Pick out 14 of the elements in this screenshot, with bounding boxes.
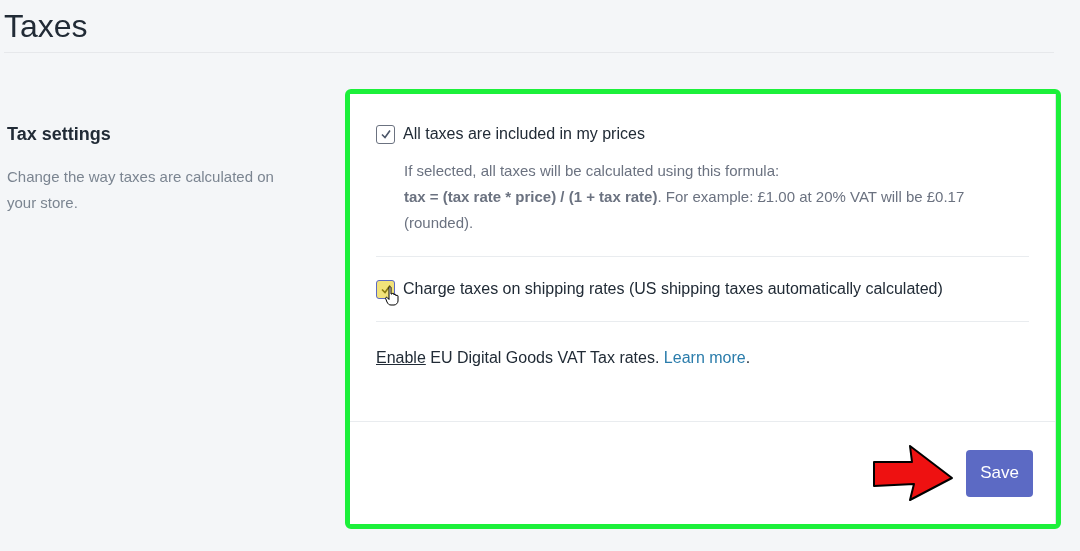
option-description: tax = (tax rate * price) / (1 + tax rate). For example: £1.00 at 20% VAT will be £0.17 (rounded). (404, 187, 966, 233)
section-description: Change the way taxes are calculated on your store. (7, 167, 275, 213)
learn-more-link[interactable]: Learn more (663, 349, 746, 366)
section-title: Tax settings (7, 123, 112, 146)
hand-cursor-icon (385, 285, 399, 306)
save-button[interactable]: Save (966, 449, 1033, 497)
checkbox[interactable] (376, 124, 395, 144)
option-description: If selected, all taxes will be calculated using this formula: (404, 161, 781, 181)
checkbox-label[interactable]: Charge taxes on shipping rates (US shipping taxes automatically calculated) (403, 277, 943, 301)
checkbox-label[interactable]: All taxes are included in my prices (403, 122, 645, 146)
page-title: Taxes (4, 7, 89, 46)
enable-link[interactable]: Enable (376, 349, 426, 366)
check-icon (379, 128, 392, 140)
eu-vat-text: Enable EU Digital Goods VAT Tax rates. Learn more. (376, 348, 752, 368)
